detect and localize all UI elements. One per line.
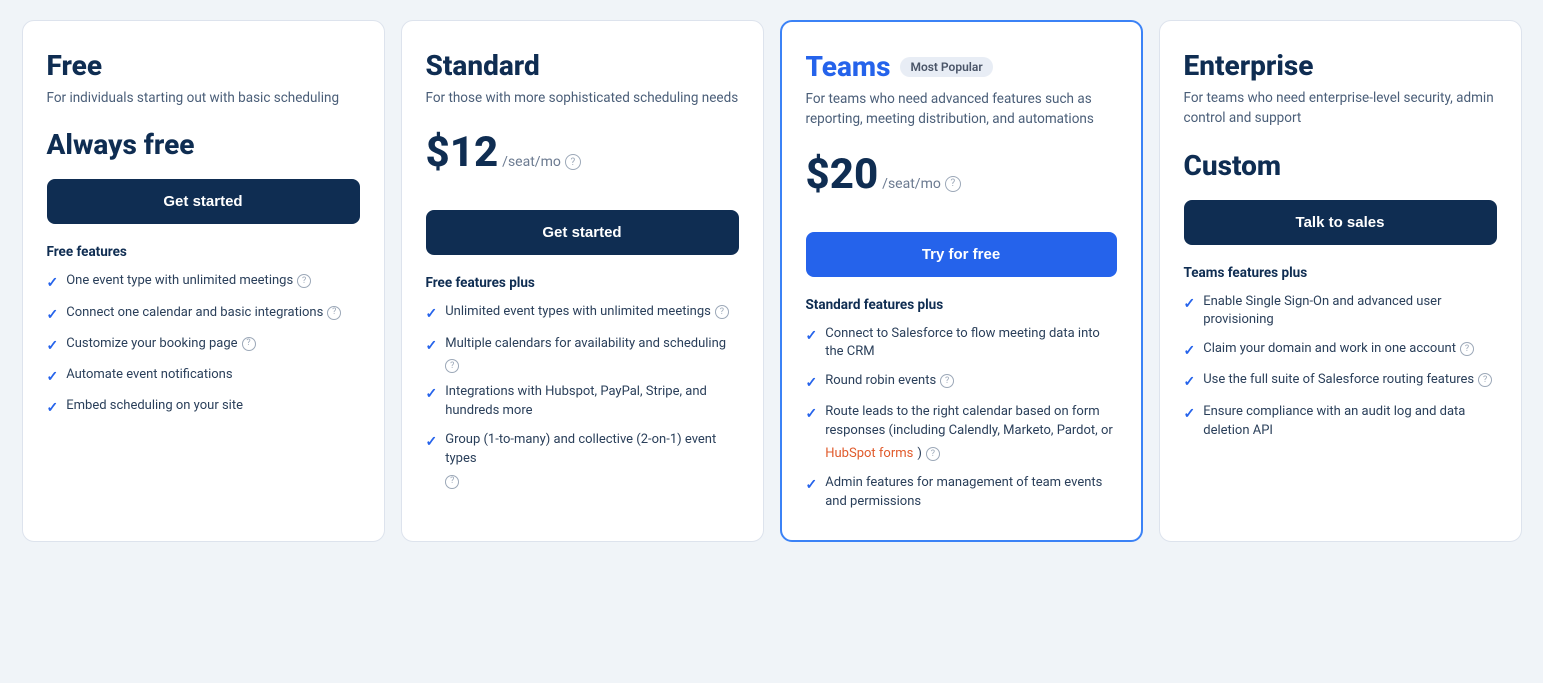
feature-help-icon[interactable]: ? bbox=[715, 305, 729, 319]
cta-button-enterprise[interactable]: Talk to sales bbox=[1184, 200, 1497, 245]
plan-name-standard: Standard bbox=[426, 49, 739, 82]
feature-item: ✓ Admin features for management of team e… bbox=[806, 474, 1117, 512]
feature-text: Multiple calendars for availability and … bbox=[445, 335, 738, 374]
feature-item: ✓ Use the full suite of Salesforce routin… bbox=[1184, 371, 1497, 392]
feature-help-icon[interactable]: ? bbox=[1478, 373, 1492, 387]
feature-item: ✓ Connect to Salesforce to flow meeting d… bbox=[806, 325, 1117, 363]
features-label-free: Free features bbox=[47, 244, 360, 260]
pricing-card-enterprise: Enterprise For teams who need enterprise-… bbox=[1159, 20, 1522, 542]
feature-text: Claim your domain and work in one accoun… bbox=[1203, 340, 1474, 359]
cta-button-free[interactable]: Get started bbox=[47, 179, 360, 224]
feature-text: Admin features for management of team ev… bbox=[825, 474, 1116, 512]
plan-name-teams: TeamsMost Popular bbox=[806, 50, 1117, 83]
feature-text: Use the full suite of Salesforce routing… bbox=[1203, 371, 1492, 390]
feature-help-icon[interactable]: ? bbox=[445, 359, 459, 373]
check-icon: ✓ bbox=[806, 404, 818, 424]
price-sub-teams: /seat/mo ? bbox=[882, 176, 961, 192]
check-icon: ✓ bbox=[1184, 341, 1196, 361]
pricing-card-standard: Standard For those with more sophisticate… bbox=[401, 20, 764, 542]
plan-description-enterprise: For teams who need enterprise-level secu… bbox=[1184, 88, 1497, 129]
price-amount-teams: $20 bbox=[806, 150, 879, 199]
feature-item: ✓ Embed scheduling on your site bbox=[47, 397, 360, 418]
hubspot-link[interactable]: HubSpot forms bbox=[825, 445, 913, 464]
check-icon: ✓ bbox=[426, 384, 438, 404]
check-icon: ✓ bbox=[47, 367, 59, 387]
plan-name-free: Free bbox=[47, 49, 360, 82]
price-help-icon[interactable]: ? bbox=[945, 176, 961, 192]
check-icon: ✓ bbox=[47, 273, 59, 293]
plan-description-standard: For those with more sophisticated schedu… bbox=[426, 88, 739, 108]
feature-text: Round robin events ? bbox=[825, 372, 954, 391]
feature-text: Connect to Salesforce to flow meeting da… bbox=[825, 325, 1116, 363]
feature-text: Unlimited event types with unlimited mee… bbox=[445, 303, 729, 322]
feature-text: Enable Single Sign-On and advanced user … bbox=[1203, 293, 1496, 331]
check-icon: ✓ bbox=[47, 398, 59, 418]
feature-item: ✓ Enable Single Sign-On and advanced user… bbox=[1184, 293, 1497, 331]
feature-item: ✓ Multiple calendars for availability and… bbox=[426, 335, 739, 374]
feature-help-icon[interactable]: ? bbox=[1460, 342, 1474, 356]
cta-button-standard[interactable]: Get started bbox=[426, 210, 739, 255]
feature-item: ✓ Unlimited event types with unlimited me… bbox=[426, 303, 739, 324]
plan-price-enterprise: Custom bbox=[1184, 149, 1497, 182]
features-label-teams: Standard features plus bbox=[806, 297, 1117, 313]
feature-help-icon[interactable]: ? bbox=[926, 447, 940, 461]
feature-help-icon[interactable]: ? bbox=[327, 306, 341, 320]
feature-item: ✓ Claim your domain and work in one accou… bbox=[1184, 340, 1497, 361]
feature-item: ✓ Connect one calendar and basic integrat… bbox=[47, 304, 360, 325]
feature-item: ✓ Automate event notifications bbox=[47, 366, 360, 387]
feature-item: ✓ Route leads to the right calendar based… bbox=[806, 403, 1117, 464]
check-icon: ✓ bbox=[47, 336, 59, 356]
pricing-grid: Free For individuals starting out with ba… bbox=[22, 20, 1522, 542]
check-icon: ✓ bbox=[806, 373, 818, 393]
feature-text: One event type with unlimited meetings ? bbox=[66, 272, 311, 291]
pricing-card-free: Free For individuals starting out with ba… bbox=[22, 20, 385, 542]
check-icon: ✓ bbox=[1184, 372, 1196, 392]
feature-item: ✓ One event type with unlimited meetings … bbox=[47, 272, 360, 293]
feature-text: Integrations with Hubspot, PayPal, Strip… bbox=[445, 383, 738, 421]
feature-item: ✓ Customize your booking page ? bbox=[47, 335, 360, 356]
feature-text: Embed scheduling on your site bbox=[66, 397, 243, 416]
plan-description-free: For individuals starting out with basic … bbox=[47, 88, 360, 108]
features-label-standard: Free features plus bbox=[426, 275, 739, 291]
feature-item: ✓ Ensure compliance with an audit log and… bbox=[1184, 403, 1497, 441]
feature-text: Ensure compliance with an audit log and … bbox=[1203, 403, 1496, 441]
check-icon: ✓ bbox=[426, 336, 438, 356]
price-sub-standard: /seat/mo ? bbox=[502, 154, 581, 170]
feature-help-icon[interactable]: ? bbox=[445, 475, 459, 489]
feature-help-icon[interactable]: ? bbox=[940, 374, 954, 388]
plan-name-enterprise: Enterprise bbox=[1184, 49, 1497, 82]
price-help-icon[interactable]: ? bbox=[565, 154, 581, 170]
check-icon: ✓ bbox=[1184, 294, 1196, 314]
price-row-teams: $20/seat/mo ? bbox=[806, 150, 1117, 202]
feature-text: Automate event notifications bbox=[66, 366, 232, 385]
check-icon: ✓ bbox=[806, 475, 818, 495]
pricing-card-teams: TeamsMost Popular For teams who need adva… bbox=[780, 20, 1143, 542]
check-icon: ✓ bbox=[806, 326, 818, 346]
feature-text: Connect one calendar and basic integrati… bbox=[66, 304, 341, 323]
feature-list-enterprise: ✓ Enable Single Sign-On and advanced user… bbox=[1184, 293, 1497, 441]
feature-item: ✓ Group (1-to-many) and collective (2-on-… bbox=[426, 431, 739, 489]
plan-price-free: Always free bbox=[47, 128, 360, 161]
feature-text: Customize your booking page ? bbox=[66, 335, 255, 354]
check-icon: ✓ bbox=[1184, 404, 1196, 424]
feature-item: ✓ Round robin events ? bbox=[806, 372, 1117, 393]
feature-item: ✓ Integrations with Hubspot, PayPal, Stri… bbox=[426, 383, 739, 421]
feature-help-icon[interactable]: ? bbox=[297, 274, 311, 288]
cta-button-teams[interactable]: Try for free bbox=[806, 232, 1117, 277]
price-row-standard: $12/seat/mo ? bbox=[426, 128, 739, 180]
check-icon: ✓ bbox=[426, 432, 438, 452]
feature-text: Group (1-to-many) and collective (2-on-1… bbox=[445, 431, 738, 489]
feature-list-free: ✓ One event type with unlimited meetings … bbox=[47, 272, 360, 418]
feature-text: Route leads to the right calendar based … bbox=[825, 403, 1116, 464]
most-popular-badge: Most Popular bbox=[900, 57, 992, 77]
plan-description-teams: For teams who need advanced features suc… bbox=[806, 89, 1117, 130]
check-icon: ✓ bbox=[47, 305, 59, 325]
feature-list-standard: ✓ Unlimited event types with unlimited me… bbox=[426, 303, 739, 489]
check-icon: ✓ bbox=[426, 304, 438, 324]
features-label-enterprise: Teams features plus bbox=[1184, 265, 1497, 281]
feature-help-icon[interactable]: ? bbox=[242, 337, 256, 351]
price-amount-standard: $12 bbox=[426, 128, 499, 177]
feature-list-teams: ✓ Connect to Salesforce to flow meeting d… bbox=[806, 325, 1117, 512]
